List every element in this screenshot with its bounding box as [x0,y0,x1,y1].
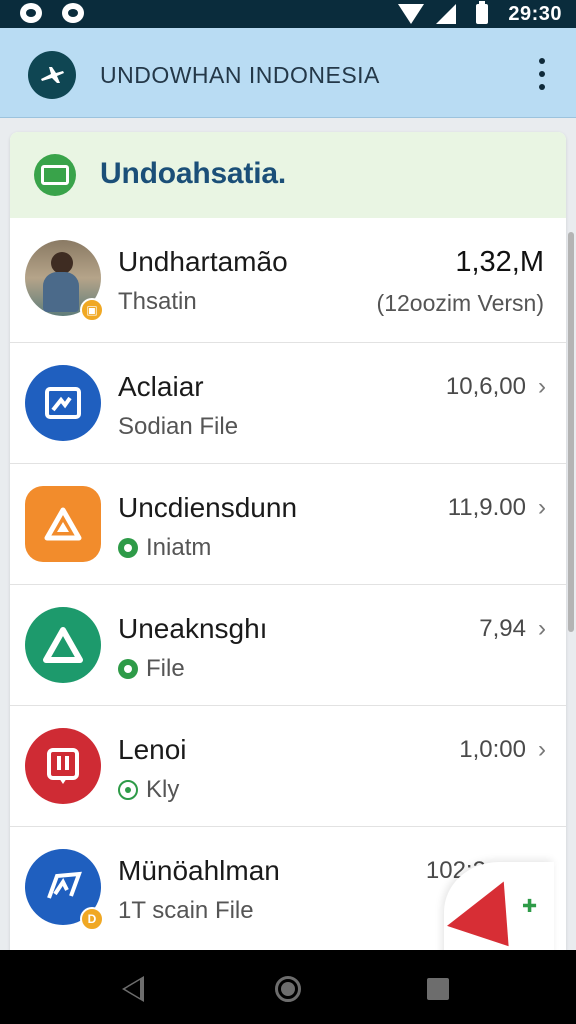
list-item-subtitle: Iniatm [118,534,211,562]
card-header: Undoahsatia. [10,132,566,218]
chevron-right-icon[interactable]: › [538,736,546,764]
list-item-title: Uncdiensdunn [118,492,298,523]
notification-icon-2 [62,3,84,23]
app-title: UNDOWHAN INDONESIA [100,62,380,88]
d-badge-icon: D [80,907,104,931]
presentation-icon [25,728,101,804]
list-item-title: Undhartamão [118,246,288,277]
list-item[interactable]: Aclaiar Sodian File 10,6,00 › [10,342,566,463]
navigation-bar [0,950,576,1024]
file-list-card: Undoahsatia. ▣ Undhartamão Thsatin 1,32,… [10,132,566,962]
folder-icon [34,154,76,196]
plus-icon: ✚ [522,896,538,916]
list-item-subtitle: 1T scain File [118,897,254,924]
list-item-title: Münöahlman [118,855,280,886]
list-item-subtitle: File [118,655,185,683]
status-dot-icon [118,538,138,558]
chevron-right-icon[interactable]: › [538,615,546,643]
lock-badge-icon: ▣ [80,298,104,322]
triangle-app-icon [25,607,101,683]
drive-triangle-icon [25,486,101,562]
list-item-size: 1,0:00 [459,736,526,763]
list-item-title: Uneaknsghı [118,613,268,644]
recents-icon[interactable] [427,978,449,1000]
chevron-right-icon[interactable]: › [538,494,546,522]
list-item[interactable]: ▣ Undhartamão Thsatin 1,32,M (12oozim Ve… [10,218,566,342]
list-item-subtitle: Kly [118,776,179,804]
card-title: Undoahsatia. [100,157,286,190]
clock-icon [118,780,138,800]
list-item-size: 10,6,00 [445,373,526,400]
scrollbar-thumb[interactable] [568,232,574,632]
list-item[interactable]: Uneaknsghı File 7,94 › [10,584,566,705]
list-item-version: (12oozim Versn) [376,290,544,316]
list-item-title: Lenoi [118,734,187,765]
home-icon[interactable] [275,976,301,1002]
check-dot-icon [118,659,138,679]
list-item[interactable]: Lenoi Kly 1,0:00 › [10,705,566,826]
back-icon[interactable] [122,976,144,1002]
plane-icon [41,67,64,83]
list-item-size: 7,94 [479,615,526,642]
list-item-title: Aclaiar [118,371,204,402]
cell-signal-icon [436,4,457,24]
notification-icon [20,3,42,23]
battery-icon [476,1,489,24]
app-bar: UNDOWHAN INDONESIA [0,28,576,118]
chevron-right-icon[interactable]: › [538,373,546,401]
image-edit-icon [25,365,101,441]
overflow-menu-icon[interactable] [532,56,552,92]
list-item-size: 11,9.00 [447,494,526,521]
list-item-size: 1,32,M [455,246,544,278]
list-item[interactable]: Uncdiensdunn Iniatm 11,9.00 › [10,463,566,584]
wifi-icon [398,4,425,24]
list-item-subtitle: Thsatin [118,288,197,315]
status-time: 29:30 [508,2,562,25]
list-item-subtitle: Sodian File [118,413,239,440]
status-bar: 29:30 [0,0,576,28]
file-list: ▣ Undhartamão Thsatin 1,32,M (12oozim Ve… [10,218,566,947]
app-logo-icon[interactable] [28,51,76,99]
